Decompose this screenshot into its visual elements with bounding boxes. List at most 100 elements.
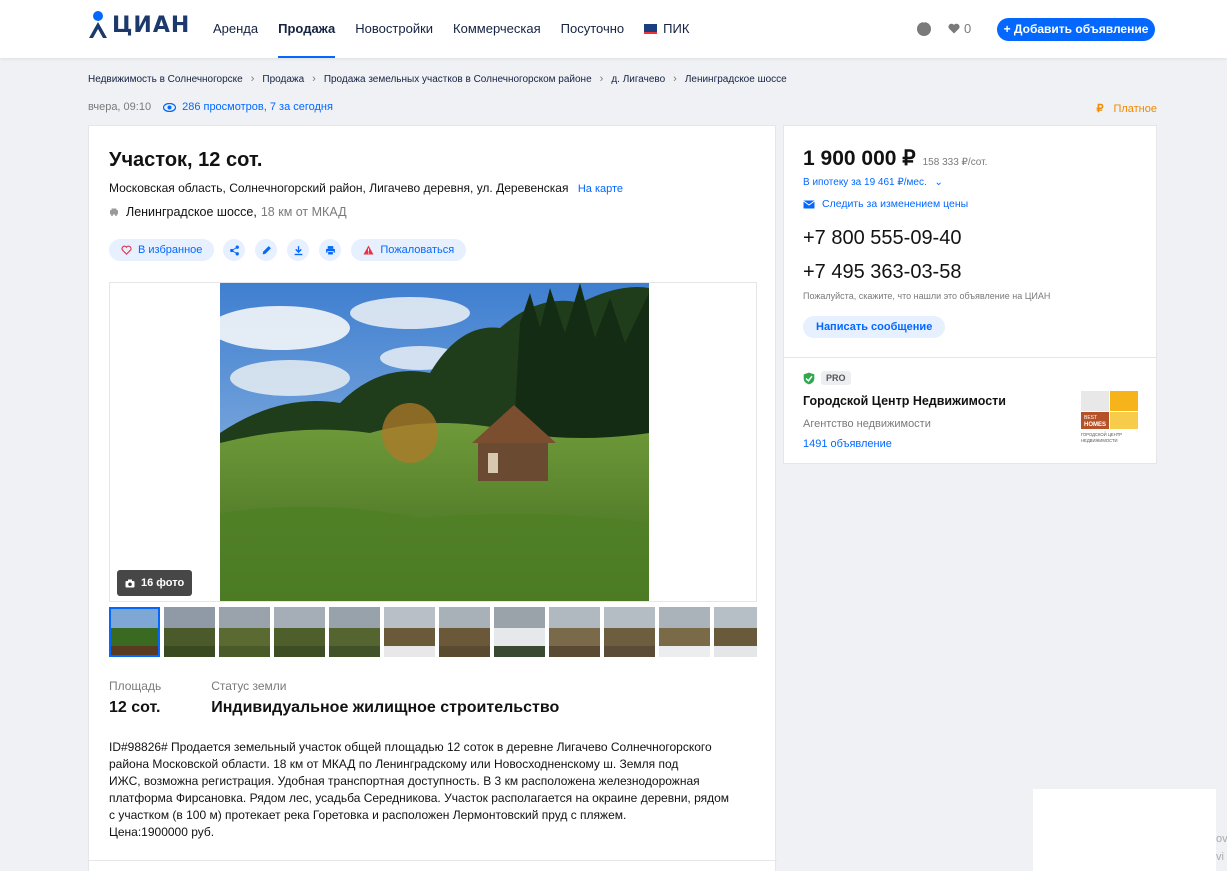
paid-label: Платное xyxy=(1113,103,1157,115)
printer-icon xyxy=(325,245,335,255)
price-block: 1 900 000 ₽ 158 333 ₽/сот. xyxy=(803,146,987,171)
complain-button[interactable]: Пожаловаться xyxy=(351,239,467,261)
photo-count-text: 16 фото xyxy=(141,577,185,589)
logo-text: BEST xyxy=(1084,415,1097,421)
gallery-thumbnail[interactable] xyxy=(659,607,710,657)
ruble-icon: ₽ xyxy=(1096,103,1104,115)
main-photo[interactable] xyxy=(220,283,649,601)
views-stats[interactable]: 286 просмотров, 7 за сегодня xyxy=(163,101,333,113)
eye-icon xyxy=(163,102,177,112)
highway-name[interactable]: Ленинградское шоссе, xyxy=(126,205,257,219)
nav-new-buildings[interactable]: Новостройки xyxy=(355,0,433,58)
listing-title: Участок, 12 сот. xyxy=(109,149,263,171)
favorites-count: 0 xyxy=(964,21,972,36)
chevron-right-icon: › xyxy=(599,73,604,85)
chat-icon[interactable] xyxy=(917,17,931,36)
listing-address: Московская область, Солнечногорский райо… xyxy=(109,181,623,195)
gallery-thumbnail[interactable] xyxy=(384,607,435,657)
cian-logo-icon xyxy=(89,11,107,38)
gallery-thumbnail[interactable] xyxy=(219,607,270,657)
fact-value: 12 сот. xyxy=(109,699,161,716)
nav-rent[interactable]: Аренда xyxy=(213,0,258,58)
highway-distance: 18 км от МКАД xyxy=(260,205,347,219)
pro-badge: PRO xyxy=(821,371,851,385)
breadcrumb-item[interactable]: Продажа xyxy=(262,74,304,85)
divider xyxy=(784,357,1156,358)
shield-check-icon xyxy=(803,372,815,384)
gallery-thumbnail[interactable] xyxy=(604,607,655,657)
favorite-button[interactable]: В избранное xyxy=(109,239,215,261)
add-listing-button[interactable]: + Добавить объявление xyxy=(997,18,1155,41)
highway-info: Ленинградское шоссе, 18 км от МКАД xyxy=(109,205,347,219)
photo-count-badge[interactable]: 16 фото xyxy=(117,570,193,596)
chevron-right-icon: › xyxy=(250,73,255,85)
favorites-link[interactable]: 0 xyxy=(948,21,971,36)
heart-outline-icon xyxy=(121,245,132,255)
print-button[interactable] xyxy=(319,239,342,261)
gallery-thumbnail[interactable] xyxy=(164,607,215,657)
main-nav: Аренда Продажа Новостройки Коммерческая … xyxy=(213,0,709,58)
logo-text: НЕДВИЖИМОСТИ xyxy=(1081,438,1118,443)
breadcrumb-item[interactable]: Недвижимость в Солнечногорске xyxy=(88,74,243,85)
agency-listings-link[interactable]: 1491 объявление xyxy=(803,438,892,450)
write-message-button[interactable]: Написать сообщение xyxy=(803,316,946,338)
paid-badge: ₽ Платное xyxy=(1096,102,1157,115)
breadcrumb-item[interactable]: Продажа земельных участков в Солнечногор… xyxy=(324,74,592,85)
listing-card: Участок, 12 сот. Московская область, Сол… xyxy=(88,125,777,871)
breadcrumb-item[interactable]: Ленинградское шоссе xyxy=(685,74,787,85)
logo-text: HOMES xyxy=(1084,422,1106,428)
gallery-thumbnail[interactable] xyxy=(329,607,380,657)
phone-number[interactable]: +7 800 555-09-40 xyxy=(803,227,961,250)
fact-value: Индивидуальное жилищное строительство xyxy=(211,699,560,716)
phone-number[interactable]: +7 495 363-03-58 xyxy=(803,261,961,284)
fact-area: Площадь 12 сот. xyxy=(109,679,161,717)
chevron-right-icon: › xyxy=(312,73,316,85)
logo-text: ГОРОДСКОЙ ЦЕНТР xyxy=(1081,432,1122,437)
nav-sale[interactable]: Продажа xyxy=(278,0,336,58)
favorite-label: В избранное xyxy=(138,244,203,256)
top-header: ЦИАН Аренда Продажа Новостройки Коммерче… xyxy=(0,0,1227,58)
agency-name[interactable]: Городской Центр Недвижимости xyxy=(803,394,1006,408)
price-per-unit: 158 333 ₽/сот. xyxy=(922,157,988,168)
overlay-text-line: ov xyxy=(1216,833,1227,845)
nav-commercial[interactable]: Коммерческая xyxy=(453,0,541,58)
pro-status: PRO xyxy=(803,371,851,385)
mortgage-link[interactable]: В ипотеку за 19 461 ₽/мес. ⌄ xyxy=(803,177,943,188)
breadcrumb: Недвижимость в Солнечногорске › Продажа … xyxy=(88,73,787,85)
fact-label: Статус земли xyxy=(211,679,287,693)
address-text: Московская область, Солнечногорский райо… xyxy=(109,181,569,195)
share-icon xyxy=(229,245,239,255)
gallery-thumbnail[interactable] xyxy=(494,607,545,657)
follow-price-link[interactable]: Следить за изменением цены xyxy=(803,198,968,210)
nav-daily[interactable]: Посуточно xyxy=(561,0,625,58)
breadcrumb-item[interactable]: д. Лигачево xyxy=(611,74,665,85)
complain-label: Пожаловаться xyxy=(380,244,455,256)
overlay-text-line: vi xyxy=(1216,851,1224,863)
follow-text: Следить за изменением цены xyxy=(822,198,969,210)
gallery-thumbnail[interactable] xyxy=(549,607,600,657)
on-map-link[interactable]: На карте xyxy=(578,183,623,195)
fact-label: Площадь xyxy=(109,679,162,693)
agency-logo[interactable]: BEST HOMES ГОРОДСКОЙ ЦЕНТР НЕДВИЖИМОСТИ xyxy=(1081,391,1138,444)
photo-gallery[interactable]: 16 фото xyxy=(109,282,757,602)
gallery-thumbnail[interactable] xyxy=(714,607,757,657)
download-button[interactable] xyxy=(287,239,310,261)
gallery-thumbnail[interactable] xyxy=(109,607,160,657)
nav-pik[interactable]: ПИК xyxy=(644,0,689,58)
contact-note: Пожалуйста, скажите, что нашли это объяв… xyxy=(803,291,1051,301)
edit-button[interactable] xyxy=(255,239,278,261)
agency-type: Агентство недвижимости xyxy=(803,418,931,430)
divider xyxy=(89,860,777,861)
cian-logo[interactable]: ЦИАН xyxy=(88,8,190,42)
overlay-text: ov vi xyxy=(1216,830,1227,866)
overlay-panel xyxy=(1033,789,1216,871)
envelope-icon xyxy=(803,200,815,208)
share-button[interactable] xyxy=(223,239,246,261)
nav-pik-label: ПИК xyxy=(663,21,690,36)
chevron-right-icon: › xyxy=(673,73,677,85)
gallery-thumbnail[interactable] xyxy=(274,607,325,657)
listing-facts: Площадь 12 сот. Статус земли Индивидуаль… xyxy=(109,679,609,717)
gallery-thumbnail[interactable] xyxy=(439,607,490,657)
warning-icon xyxy=(363,245,374,255)
logo-text: ЦИАН xyxy=(112,12,191,38)
